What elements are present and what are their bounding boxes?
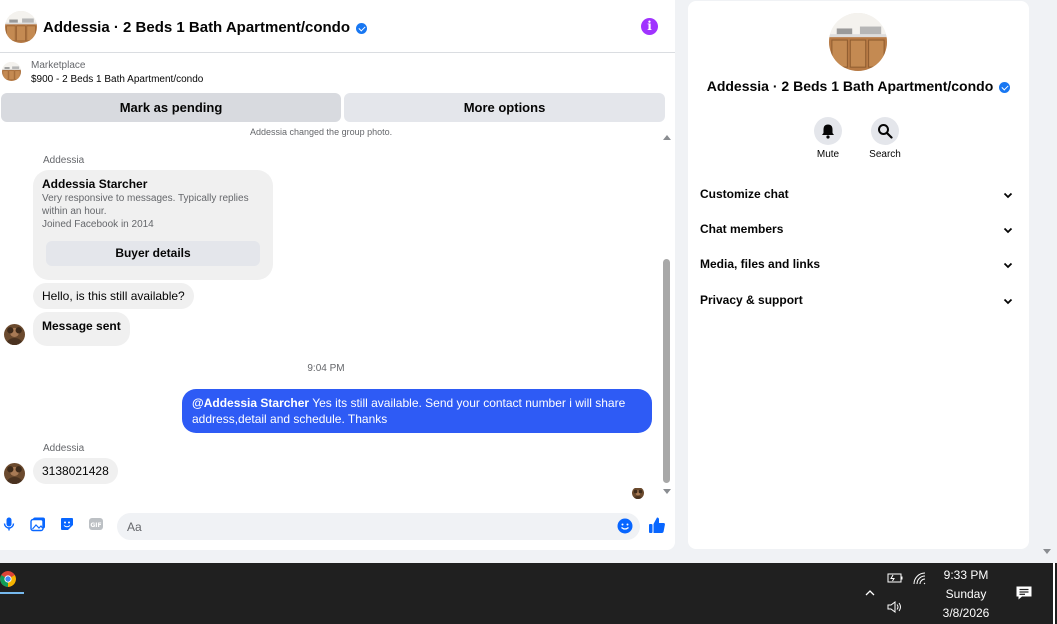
section-label: Customize chat xyxy=(700,187,789,201)
panel-title-text: Addessia · 2 Beds 1 Bath Apartment/condo xyxy=(706,78,994,94)
mark-as-pending-button[interactable]: Mark as pending xyxy=(1,93,341,122)
scrollbar[interactable] xyxy=(662,131,672,501)
chat-title-text: Addessia · 2 Beds 1 Bath Apartment/condo xyxy=(43,19,351,36)
mute-label: Mute xyxy=(816,149,840,160)
section-privacy-support[interactable]: Privacy & support xyxy=(700,293,1018,313)
page-scroll-down-arrow[interactable] xyxy=(1043,549,1051,554)
system-note: Addessia changed the group photo. xyxy=(250,127,393,137)
composer: GIF xyxy=(0,510,675,542)
message-text: Message sent xyxy=(42,319,121,333)
more-options-button[interactable]: More options xyxy=(344,93,665,122)
emoji-icon[interactable] xyxy=(617,518,633,534)
chevron-down-icon xyxy=(1003,298,1013,305)
section-chat-members[interactable]: Chat members xyxy=(700,222,1018,242)
buyer-details-button[interactable]: Buyer details xyxy=(46,241,260,266)
avatar[interactable] xyxy=(4,324,25,345)
clock-time[interactable]: 9:33 PM xyxy=(930,568,1002,582)
chat-header: Addessia · 2 Beds 1 Bath Apartment/condo… xyxy=(0,0,675,53)
bell-icon xyxy=(822,124,834,139)
scroll-down-arrow[interactable] xyxy=(663,489,671,494)
seen-avatar xyxy=(632,487,644,499)
search-round[interactable] xyxy=(871,117,899,145)
verified-icon xyxy=(999,81,1011,93)
notification-icon[interactable] xyxy=(1015,585,1033,601)
panel-title: Addessia · 2 Beds 1 Bath Apartment/condo xyxy=(688,78,1029,94)
mute-round[interactable] xyxy=(814,117,842,145)
chat-panel: Addessia · 2 Beds 1 Bath Apartment/condo… xyxy=(0,0,675,550)
card-name: Addessia Starcher xyxy=(42,177,148,191)
chevron-down-icon xyxy=(1003,192,1013,199)
search-button[interactable]: Search xyxy=(860,117,910,160)
volume-icon[interactable] xyxy=(886,600,904,614)
card-description: Very responsive to messages. Typically r… xyxy=(42,193,249,217)
show-desktop-button[interactable] xyxy=(1053,563,1055,624)
clock-day[interactable]: Sunday xyxy=(930,587,1002,601)
mention[interactable]: @Addessia Starcher xyxy=(192,396,309,410)
mic-icon[interactable] xyxy=(1,516,17,532)
outgoing-message-bubble[interactable]: @Addessia Starcher Yes its still availab… xyxy=(182,389,652,433)
gif-icon[interactable]: GIF xyxy=(88,516,104,532)
message-input[interactable] xyxy=(117,513,640,540)
chrome-icon[interactable] xyxy=(0,571,16,587)
taskbar: 9:33 PM Sunday 3/8/2026 xyxy=(0,563,1057,624)
photo-icon[interactable] xyxy=(30,516,46,532)
marketplace-listing[interactable]: Marketplace $900 - 2 Beds 1 Bath Apartme… xyxy=(0,57,675,89)
message-bubble[interactable]: Message sent xyxy=(33,312,130,346)
buyer-profile-card: Addessia Starcher Very responsive to mes… xyxy=(33,170,273,280)
info-icon[interactable]: i xyxy=(641,18,658,35)
section-media-files-links[interactable]: Media, files and links xyxy=(700,257,1018,277)
message-bubble[interactable]: Hello, is this still available? xyxy=(33,283,194,309)
mute-button[interactable]: Mute xyxy=(803,117,853,160)
listing-title: $900 - 2 Beds 1 Bath Apartment/condo xyxy=(31,74,204,85)
message-list: Addessia changed the group photo. Addess… xyxy=(0,127,662,505)
battery-icon[interactable] xyxy=(886,571,904,585)
group-avatar[interactable] xyxy=(5,11,37,43)
search-icon xyxy=(878,124,893,139)
section-label: Media, files and links xyxy=(700,257,821,271)
section-customize-chat[interactable]: Customize chat xyxy=(700,187,1018,207)
group-avatar[interactable] xyxy=(829,13,887,71)
chevron-down-icon xyxy=(1003,227,1013,234)
clock-date[interactable]: 3/8/2026 xyxy=(930,606,1002,620)
chevron-down-icon xyxy=(1003,262,1013,269)
wifi-icon[interactable] xyxy=(912,571,928,585)
marketplace-label: Marketplace xyxy=(31,60,86,71)
chat-title[interactable]: Addessia · 2 Beds 1 Bath Apartment/condo xyxy=(43,19,368,36)
chevron-up-icon[interactable] xyxy=(864,587,876,599)
listing-thumbnail xyxy=(2,62,21,81)
svg-text:GIF: GIF xyxy=(90,522,101,529)
active-app-indicator xyxy=(0,592,24,594)
sticker-icon[interactable] xyxy=(59,516,75,532)
section-label: Chat members xyxy=(700,222,784,236)
section-label: Privacy & support xyxy=(700,293,803,307)
sender-name: Addessia xyxy=(43,443,85,454)
scroll-thumb[interactable] xyxy=(663,259,670,483)
like-icon[interactable] xyxy=(648,516,666,534)
verified-icon xyxy=(356,22,368,34)
message-bubble[interactable]: 3138021428 xyxy=(33,458,118,484)
sender-name: Addessia xyxy=(43,155,85,166)
card-joined: Joined Facebook in 2014 xyxy=(42,219,154,230)
scroll-up-arrow[interactable] xyxy=(663,135,671,140)
timestamp: 9:04 PM xyxy=(307,363,345,374)
avatar[interactable] xyxy=(4,463,25,484)
search-label: Search xyxy=(869,149,901,160)
chat-info-panel: Addessia · 2 Beds 1 Bath Apartment/condo… xyxy=(688,1,1029,549)
